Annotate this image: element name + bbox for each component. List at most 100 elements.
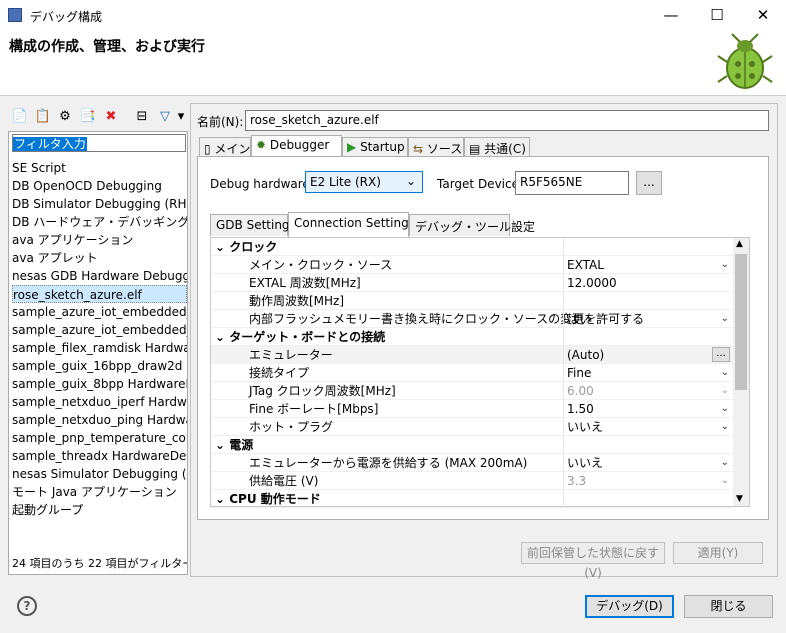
- emulator-browse-button[interactable]: ...: [712, 347, 730, 362]
- debug-button[interactable]: デバッグ(D): [585, 595, 674, 618]
- tab-source[interactable]: ⇆ ソース: [408, 137, 464, 156]
- column-divider: [563, 436, 564, 454]
- filter-status: 24 項目のうち 22 項目がフィルターに一致: [12, 557, 187, 570]
- settings-row[interactable]: JTag クロック周波数[MHz] 6.00 ⌄: [211, 382, 733, 400]
- column-divider: [563, 238, 564, 256]
- setting-value[interactable]: 1.50: [567, 401, 594, 417]
- browse-device-button[interactable]: ...: [636, 171, 662, 195]
- help-icon[interactable]: ?: [17, 596, 37, 616]
- scrollbar-thumb[interactable]: [735, 254, 747, 390]
- scroll-down-icon[interactable]: ▼: [736, 494, 743, 504]
- settings-row[interactable]: メイン・クロック・ソース EXTAL ⌄: [211, 256, 733, 274]
- tree-item[interactable]: ava アプレット: [12, 249, 187, 267]
- settings-row[interactable]: 供給電圧 (V) 3.3 ⌄: [211, 472, 733, 490]
- revert-button[interactable]: 前回保管した状態に戻す(V): [521, 542, 665, 580]
- category-label: ⌄ CPU 動作モード: [215, 491, 321, 507]
- expand-chevron-icon[interactable]: ⌄: [215, 492, 229, 506]
- settings-row[interactable]: EXTAL 周波数[MHz] 12.0000: [211, 274, 733, 292]
- settings-category-row[interactable]: ⌄ ターゲット・ボードとの接続: [211, 328, 733, 346]
- settings-row[interactable]: 動作周波数[MHz]: [211, 292, 733, 310]
- subtab-gdb-settings[interactable]: GDB Settings: [210, 214, 296, 236]
- tree-item[interactable]: sample_azure_iot_embedded_sdk: [12, 321, 187, 339]
- debug-hardware-select[interactable]: E2 Lite (RX) ⌄: [305, 171, 423, 193]
- apply-button[interactable]: 適用(Y): [673, 542, 763, 564]
- settings-row[interactable]: エミュレーター (Auto)...: [211, 346, 733, 364]
- tab-startup[interactable]: ▶ Startup: [342, 137, 408, 156]
- settings-row[interactable]: エミュレーターから電源を供給する (MAX 200mA) いいえ ⌄: [211, 454, 733, 472]
- dropdown-chevron-icon[interactable]: ⌄: [721, 400, 729, 418]
- tree-item[interactable]: sample_pnp_temperature_contro: [12, 429, 187, 447]
- tab-main[interactable]: ▯ メイン: [199, 137, 251, 156]
- delete-icon[interactable]: ✖: [102, 109, 120, 125]
- name-field[interactable]: rose_sketch_azure.elf: [245, 110, 769, 131]
- tree-item[interactable]: sample_guix_8bpp HardwareDeb: [12, 375, 187, 393]
- dropdown-chevron-icon[interactable]: ⌄: [721, 382, 729, 400]
- tree-item[interactable]: nesas Simulator Debugging (RX, R: [12, 465, 187, 483]
- expand-chevron-icon[interactable]: ⌄: [215, 330, 229, 344]
- dropdown-chevron-icon[interactable]: ⌄: [721, 310, 729, 328]
- settings-row[interactable]: 内部フラッシュメモリー書き換え時にクロック・ソースの変更を許可する はい ⌄: [211, 310, 733, 328]
- tree-item[interactable]: sample_threadx HardwareDebug: [12, 447, 187, 465]
- setting-value[interactable]: 12.0000: [567, 275, 617, 291]
- target-device-field[interactable]: R5F565NE: [515, 171, 629, 195]
- duplicate-icon[interactable]: 📑: [79, 109, 97, 125]
- filter-icon[interactable]: ▽: [156, 109, 174, 125]
- new-prototype-icon[interactable]: 📋: [34, 109, 52, 125]
- tree-item[interactable]: モート Java アプリケーション: [12, 483, 187, 501]
- tree-item[interactable]: 起動グループ: [12, 501, 187, 519]
- tree-item[interactable]: sample_azure_iot_embedded_sdk: [12, 303, 187, 321]
- app-icon: [8, 8, 22, 22]
- setting-value[interactable]: EXTAL: [567, 257, 604, 273]
- tree-item[interactable]: DB OpenOCD Debugging: [12, 177, 187, 195]
- export-icon[interactable]: ⚙: [56, 109, 74, 125]
- tab-debugger[interactable]: ✹ Debugger: [251, 135, 342, 157]
- tree-item[interactable]: DB ハードウェア・デバッギング: [12, 213, 187, 231]
- new-config-icon[interactable]: 📄: [11, 109, 29, 125]
- tab-common[interactable]: ▤ 共通(C): [464, 137, 530, 156]
- filter-input[interactable]: フィルタ入力: [12, 134, 186, 152]
- column-divider: [563, 310, 564, 328]
- expand-chevron-icon[interactable]: ⌄: [215, 438, 229, 452]
- subtab-connection-settings[interactable]: Connection Settings: [288, 212, 415, 237]
- close-window-button[interactable]: ✕: [740, 0, 786, 31]
- dropdown-chevron-icon[interactable]: ⌄: [721, 364, 729, 382]
- setting-value[interactable]: いいえ: [567, 419, 603, 435]
- setting-key: エミュレーター: [249, 348, 333, 362]
- tree-item[interactable]: sample_guix_16bpp_draw2d Hard: [12, 357, 187, 375]
- setting-value[interactable]: 6.00: [567, 383, 594, 399]
- tree-item[interactable]: sample_netxduo_iperf Hardware: [12, 393, 187, 411]
- minimize-button[interactable]: —: [648, 0, 694, 31]
- maximize-button[interactable]: ☐: [694, 0, 740, 31]
- tree-item[interactable]: rose_sketch_azure.elf: [12, 285, 187, 303]
- setting-value[interactable]: (Auto): [567, 347, 604, 363]
- collapse-all-icon[interactable]: ⊟: [133, 109, 151, 125]
- category-label: ⌄ ターゲット・ボードとの接続: [215, 329, 385, 345]
- settings-row[interactable]: ホット・プラグ いいえ ⌄: [211, 418, 733, 436]
- tree-item[interactable]: nesas GDB Hardware Debugging: [12, 267, 187, 285]
- tree-item[interactable]: SE Script: [12, 159, 187, 177]
- dropdown-chevron-icon[interactable]: ⌄: [721, 454, 729, 472]
- settings-category-row[interactable]: ⌄ 電源: [211, 436, 733, 454]
- settings-row[interactable]: 接続タイプ Fine ⌄: [211, 364, 733, 382]
- setting-value[interactable]: いいえ: [567, 455, 603, 471]
- column-divider: [563, 472, 564, 490]
- close-button[interactable]: 閉じる: [684, 595, 773, 618]
- setting-value[interactable]: 3.3: [567, 473, 586, 489]
- view-menu-icon[interactable]: ▾: [176, 109, 186, 125]
- scroll-up-icon[interactable]: ▲: [736, 239, 743, 249]
- settings-category-row[interactable]: ⌄ CPU 動作モード: [211, 490, 733, 508]
- tree-item[interactable]: sample_filex_ramdisk HardwareD: [12, 339, 187, 357]
- settings-category-row[interactable]: ⌄ クロック: [211, 238, 733, 256]
- expand-chevron-icon[interactable]: ⌄: [215, 240, 229, 254]
- settings-row[interactable]: Fine ボーレート[Mbps] 1.50 ⌄: [211, 400, 733, 418]
- dropdown-chevron-icon[interactable]: ⌄: [721, 472, 729, 490]
- setting-value[interactable]: はい: [567, 311, 591, 327]
- setting-value[interactable]: Fine: [567, 365, 591, 381]
- subtab-debug-tool-settings[interactable]: デバッグ・ツール設定: [409, 214, 535, 236]
- dropdown-chevron-icon[interactable]: ⌄: [721, 256, 729, 274]
- category-label: ⌄ クロック: [215, 239, 277, 255]
- tree-item[interactable]: DB Simulator Debugging (RH850): [12, 195, 187, 213]
- tree-item[interactable]: sample_netxduo_ping Hardware: [12, 411, 187, 429]
- dropdown-chevron-icon[interactable]: ⌄: [721, 418, 729, 436]
- tree-item[interactable]: ava アプリケーション: [12, 231, 187, 249]
